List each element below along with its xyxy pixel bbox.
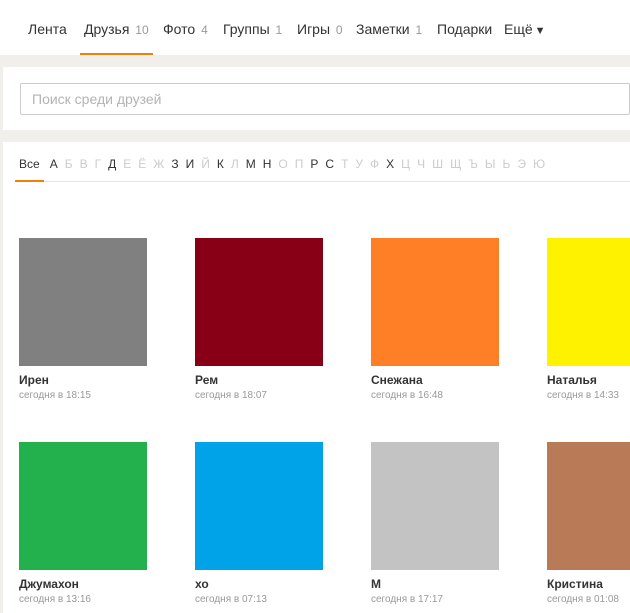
alphabet-letter[interactable]: М: [246, 142, 256, 182]
alphabet-letter[interactable]: А: [50, 142, 58, 182]
alphabet-letter: Ф: [370, 157, 380, 171]
tab-photos[interactable]: Фото 4: [163, 0, 208, 55]
alphabet-letter[interactable]: С: [325, 142, 334, 182]
friend-name[interactable]: Кристина: [547, 577, 630, 591]
tab-notes[interactable]: Заметки 1: [356, 0, 422, 55]
friend-name[interactable]: Снежана: [371, 373, 499, 387]
alphabet-letter: Ч: [417, 157, 426, 171]
friend-avatar[interactable]: [547, 238, 630, 366]
friend-card[interactable]: Джумахон сегодня в 13:16: [19, 442, 147, 605]
friend-name[interactable]: Ирен: [19, 373, 147, 387]
friend-card[interactable]: Мсегодня в 17:17: [371, 442, 499, 605]
friend-name[interactable]: М: [371, 577, 499, 591]
friends-search-input[interactable]: [20, 83, 630, 115]
top-navigation: Лента Друзья 10 Фото 4 Группы 1 Игры 0 З…: [0, 0, 630, 55]
friend-name[interactable]: Джумахон: [19, 577, 147, 591]
alphabet-letter: Ы: [484, 157, 496, 171]
tab-gifts[interactable]: Подарки: [437, 0, 492, 55]
tab-count: 0: [335, 23, 343, 37]
friend-last-seen: сегодня в 14:33: [547, 390, 619, 401]
alphabet-letter[interactable]: З: [171, 142, 178, 182]
tab-count: 1: [415, 23, 423, 37]
alphabet-letter: Ь: [502, 157, 511, 171]
tab-feed[interactable]: Лента: [28, 0, 67, 55]
alphabet-letter: Ж: [153, 157, 165, 171]
tab-label: Заметки: [356, 21, 410, 37]
tab-label: Фото: [163, 21, 196, 37]
alphabet-letter: Э: [517, 157, 526, 171]
alphabet-letter[interactable]: Р: [310, 142, 318, 182]
alphabet-letter[interactable]: Х: [386, 142, 394, 182]
friend-avatar[interactable]: [195, 238, 323, 366]
friend-last-seen: сегодня в 13:16: [19, 594, 91, 605]
alphabet-letter[interactable]: Н: [263, 142, 272, 182]
alphabet-letter: Ц: [401, 157, 411, 171]
friend-avatar[interactable]: [195, 442, 323, 570]
tab-label: Подарки: [437, 21, 493, 37]
tab-groups[interactable]: Группы 1: [223, 0, 282, 55]
friend-last-seen: сегодня в 16:48: [371, 390, 443, 401]
alphabet-letter: Л: [230, 157, 239, 171]
tab-count: 1: [275, 23, 283, 37]
search-panel: [3, 67, 630, 130]
tab-friends[interactable]: Друзья 10: [80, 0, 153, 55]
tab-games[interactable]: Игры 0: [297, 0, 343, 55]
tab-label: Лента: [28, 21, 67, 37]
friends-content: Все А Б В Г Д Е Ё Ж З И Й К Л М Н О П Р С Т У Ф Х Ц Ч Ш Щ Ъ Ы Ь Э Ю Ирен…: [3, 142, 630, 613]
friend-avatar[interactable]: [19, 442, 147, 570]
alphabet-letter[interactable]: И: [186, 142, 195, 182]
alphabet-letter: У: [355, 157, 364, 171]
friend-avatar[interactable]: [19, 238, 147, 366]
filter-all[interactable]: Все: [15, 142, 44, 182]
friend-last-seen: сегодня в 18:07: [195, 390, 267, 401]
friend-card[interactable]: Кристина сегодня в 01:08: [547, 442, 630, 605]
tab-count: 4: [201, 23, 208, 37]
tab-label: Ещё: [504, 21, 533, 37]
alphabet-letter: П: [294, 157, 304, 171]
friend-avatar[interactable]: [371, 442, 499, 570]
alphabet-letter: Ъ: [468, 157, 478, 171]
friend-card[interactable]: Снежана сегодня в 16:48: [371, 238, 499, 401]
alphabet-letter: Е: [123, 157, 132, 171]
friend-name[interactable]: Рем: [195, 373, 323, 387]
friend-card[interactable]: хо сегодня в 07:13: [195, 442, 323, 605]
chevron-down-icon: ▼: [534, 25, 546, 37]
friend-last-seen: сегодня в 17:17: [371, 594, 443, 605]
friend-avatar[interactable]: [547, 442, 630, 570]
alphabet-filter: Все А Б В Г Д Е Ё Ж З И Й К Л М Н О П Р С Т У Ф Х Ц Ч Ш Щ Ъ Ы Ь Э Ю: [15, 142, 630, 182]
alphabet-letter: Щ: [450, 157, 462, 171]
alphabet-letter: Т: [341, 157, 349, 171]
alphabet-letter: Й: [201, 157, 210, 171]
tab-label: Группы: [223, 21, 270, 37]
alphabet-letter: Б: [64, 157, 73, 171]
alphabet-letter: Г: [94, 157, 102, 171]
alphabet-letter: Ю: [532, 157, 546, 171]
tab-label: Друзья: [84, 21, 130, 37]
tab-count: 10: [135, 23, 149, 37]
friend-last-seen: сегодня в 07:13: [195, 594, 267, 605]
alphabet-letter: В: [79, 157, 88, 171]
friend-card[interactable]: Рем сегодня в 18:07: [195, 238, 323, 401]
friend-name[interactable]: Наталья: [547, 373, 630, 387]
alphabet-letter[interactable]: Д: [108, 142, 116, 182]
tab-label: Игры: [297, 21, 331, 37]
alphabet-letter: О: [278, 157, 288, 171]
friend-last-seen: сегодня в 18:15: [19, 390, 91, 401]
friend-card[interactable]: Ирен сегодня в 18:15: [19, 238, 147, 401]
alphabet-letter: Ш: [432, 157, 444, 171]
friend-name[interactable]: хо: [195, 577, 323, 591]
friend-last-seen: сегодня в 01:08: [547, 594, 619, 605]
tab-more[interactable]: Ещё ▼: [504, 0, 546, 55]
friend-avatar[interactable]: [371, 238, 499, 366]
friend-card[interactable]: Наталья сегодня в 14:33: [547, 238, 630, 401]
alphabet-letter: Ё: [138, 157, 147, 171]
alphabet-letter[interactable]: К: [217, 142, 224, 182]
